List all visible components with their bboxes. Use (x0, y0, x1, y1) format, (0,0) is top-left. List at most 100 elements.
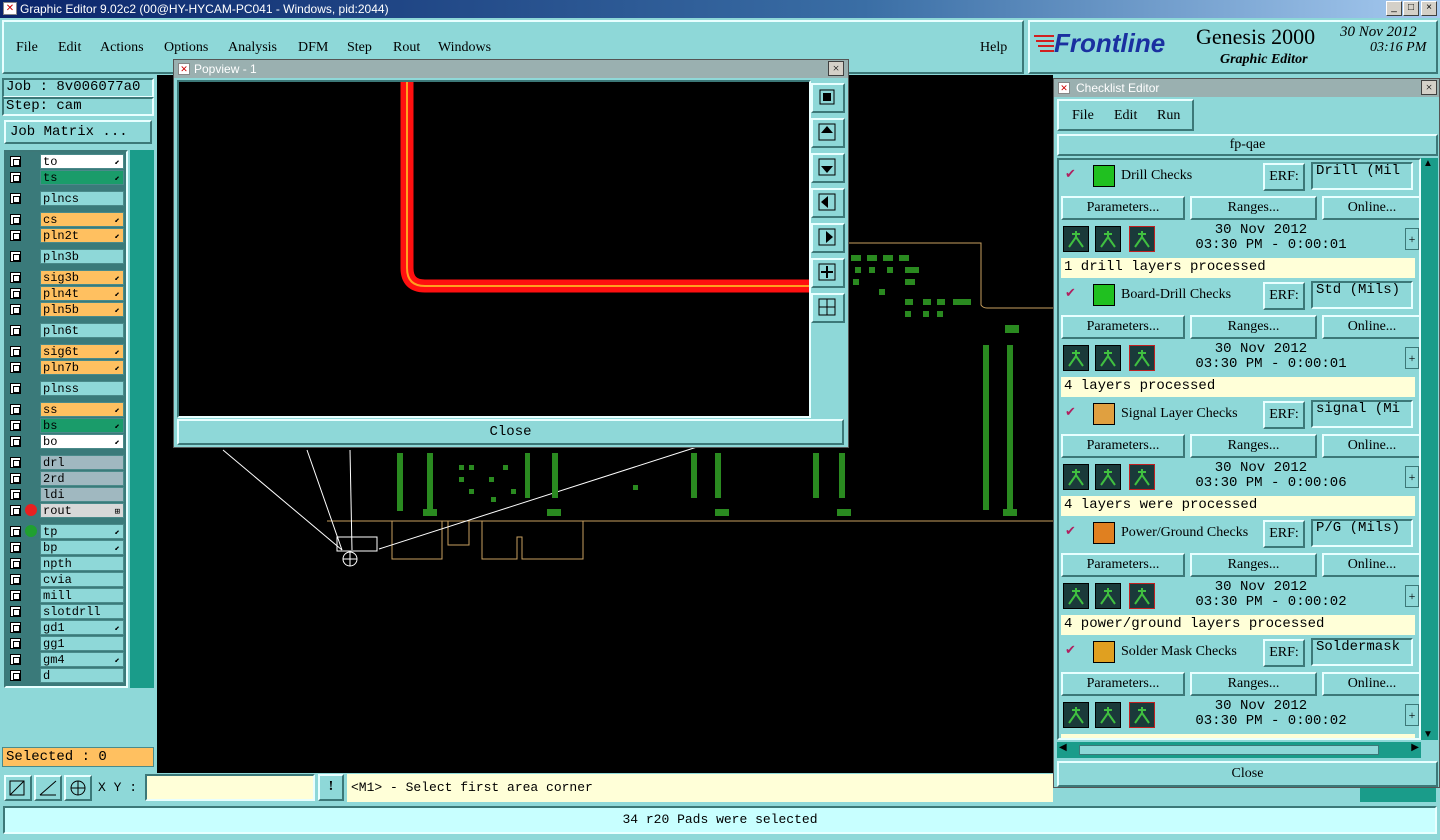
layer-list-scrollbar[interactable] (130, 150, 154, 688)
layer-row-tp[interactable]: tp ⬋ (8, 524, 124, 539)
expand-icon[interactable]: + (1405, 228, 1419, 250)
run-check-icon[interactable] (1063, 226, 1089, 252)
parameters-button[interactable]: Parameters... (1061, 553, 1185, 577)
run-check-icon[interactable] (1063, 583, 1089, 609)
erf-select[interactable]: Std (Mils) (1311, 281, 1413, 309)
layer-name[interactable]: slotdrll (40, 604, 124, 619)
layer-checkbox[interactable] (10, 193, 21, 204)
expand-icon[interactable]: + (1405, 704, 1419, 726)
zoom-fit-icon[interactable] (811, 83, 845, 113)
checklist-menu-file[interactable]: File (1072, 108, 1094, 124)
check-enabled-icon[interactable]: ✔ (1065, 285, 1076, 301)
layer-name[interactable]: gd1 ⬋ (40, 620, 124, 635)
layer-row-pln6t[interactable]: pln6t (8, 323, 124, 338)
expand-icon[interactable]: + (1405, 585, 1419, 607)
layer-name[interactable]: cs ⬋ (40, 212, 124, 227)
layer-checkbox[interactable] (10, 288, 21, 299)
pan-down-icon[interactable] (811, 153, 845, 183)
checklist-vscroll[interactable]: ▲ ▼ (1421, 158, 1438, 740)
layer-name[interactable]: pln6t (40, 323, 124, 338)
layer-checkbox[interactable] (10, 404, 21, 415)
stop-check-icon[interactable] (1129, 464, 1155, 490)
layer-name[interactable]: bo ⬋ (40, 434, 124, 449)
layer-checkbox[interactable] (10, 436, 21, 447)
parameters-button[interactable]: Parameters... (1061, 315, 1185, 339)
layer-checkbox[interactable] (10, 362, 21, 373)
menu-options[interactable]: Options (164, 40, 208, 56)
layer-row-npth[interactable]: npth (8, 556, 124, 571)
layer-checkbox[interactable] (10, 346, 21, 357)
run-check-action-icon[interactable] (1095, 226, 1121, 252)
layer-checkbox[interactable] (10, 251, 21, 262)
menu-dfm[interactable]: DFM (298, 40, 328, 56)
layer-row-ts[interactable]: ts ⬋ (8, 170, 124, 185)
run-check-icon[interactable] (1063, 464, 1089, 490)
layer-row-rout[interactable]: rout ⊞ (8, 503, 124, 518)
checklist-menu-edit[interactable]: Edit (1114, 108, 1137, 124)
layer-row-pln2t[interactable]: pln2t ⬋ (8, 228, 124, 243)
expand-icon[interactable]: + (1405, 347, 1419, 369)
layer-name[interactable]: pln4t ⬋ (40, 286, 124, 301)
layer-checkbox[interactable] (10, 383, 21, 394)
checklist-menu-run[interactable]: Run (1157, 108, 1180, 124)
layer-checkbox[interactable] (10, 489, 21, 500)
online-button[interactable]: Online... (1322, 434, 1419, 458)
layer-checkbox[interactable] (10, 558, 21, 569)
layer-checkbox[interactable] (10, 420, 21, 431)
layer-row-sig3b[interactable]: sig3b ⬋ (8, 270, 124, 285)
layer-name[interactable]: gg1 (40, 636, 124, 651)
layer-row-bp[interactable]: bp ⬋ (8, 540, 124, 555)
zoom-out-icon[interactable] (811, 293, 845, 323)
layer-row-mill[interactable]: mill (8, 588, 124, 603)
layer-row-gg1[interactable]: gg1 (8, 636, 124, 651)
checklist-close-button[interactable]: Close (1057, 761, 1438, 787)
layer-name[interactable]: ldi (40, 487, 124, 502)
layer-row-2rd[interactable]: 2rd (8, 471, 124, 486)
layer-row-bo[interactable]: bo ⬋ (8, 434, 124, 449)
layer-row-d[interactable]: d (8, 668, 124, 683)
layer-checkbox[interactable] (10, 172, 21, 183)
layer-name[interactable]: ss ⬋ (40, 402, 124, 417)
layer-name[interactable]: bp ⬋ (40, 540, 124, 555)
xy-input[interactable] (145, 774, 315, 801)
hscroll-thumb[interactable] (1079, 745, 1379, 755)
layer-checkbox[interactable] (10, 638, 21, 649)
layer-row-pln5b[interactable]: pln5b ⬋ (8, 302, 124, 317)
layer-checkbox[interactable] (10, 542, 21, 553)
layer-row-sig6t[interactable]: sig6t ⬋ (8, 344, 124, 359)
layer-name[interactable]: bs ⬋ (40, 418, 124, 433)
parameters-button[interactable]: Parameters... (1061, 434, 1185, 458)
layer-name[interactable]: plnss (40, 381, 124, 396)
scroll-up-icon[interactable]: ▲ (1423, 158, 1433, 169)
layer-checkbox[interactable] (10, 590, 21, 601)
grid-snap-icon[interactable] (64, 775, 92, 801)
popview-close-icon[interactable]: × (828, 61, 844, 76)
exclamation-icon[interactable]: ! (318, 774, 344, 801)
layer-row-pln7b[interactable]: pln7b ⬋ (8, 360, 124, 375)
layer-checkbox[interactable] (10, 457, 21, 468)
run-check-action-icon[interactable] (1095, 702, 1121, 728)
online-button[interactable]: Online... (1322, 196, 1419, 220)
layer-name[interactable]: sig3b ⬋ (40, 270, 124, 285)
pan-up-icon[interactable] (811, 118, 845, 148)
ranges-button[interactable]: Ranges... (1190, 196, 1317, 220)
layer-name[interactable]: ts ⬋ (40, 170, 124, 185)
select-mode-icon[interactable] (4, 775, 32, 801)
zoom-in-icon[interactable] (811, 258, 845, 288)
menu-file[interactable]: File (16, 40, 38, 56)
layer-row-plncs[interactable]: plncs (8, 191, 124, 206)
pan-left-icon[interactable] (811, 188, 845, 218)
menu-actions[interactable]: Actions (100, 40, 144, 56)
checklist-hscroll[interactable]: ◀ ▶ (1057, 742, 1421, 758)
layer-checkbox[interactable] (10, 606, 21, 617)
popview-canvas[interactable] (177, 80, 811, 418)
maximize-button[interactable]: □ (1403, 1, 1419, 16)
stop-check-icon[interactable] (1129, 226, 1155, 252)
layer-name[interactable]: tp ⬋ (40, 524, 124, 539)
layer-row-drl[interactable]: drl (8, 455, 124, 470)
layer-name[interactable]: d (40, 668, 124, 683)
ranges-button[interactable]: Ranges... (1190, 434, 1317, 458)
online-button[interactable]: Online... (1322, 672, 1419, 696)
scroll-right-icon[interactable]: ▶ (1411, 742, 1419, 753)
ranges-button[interactable]: Ranges... (1190, 315, 1317, 339)
